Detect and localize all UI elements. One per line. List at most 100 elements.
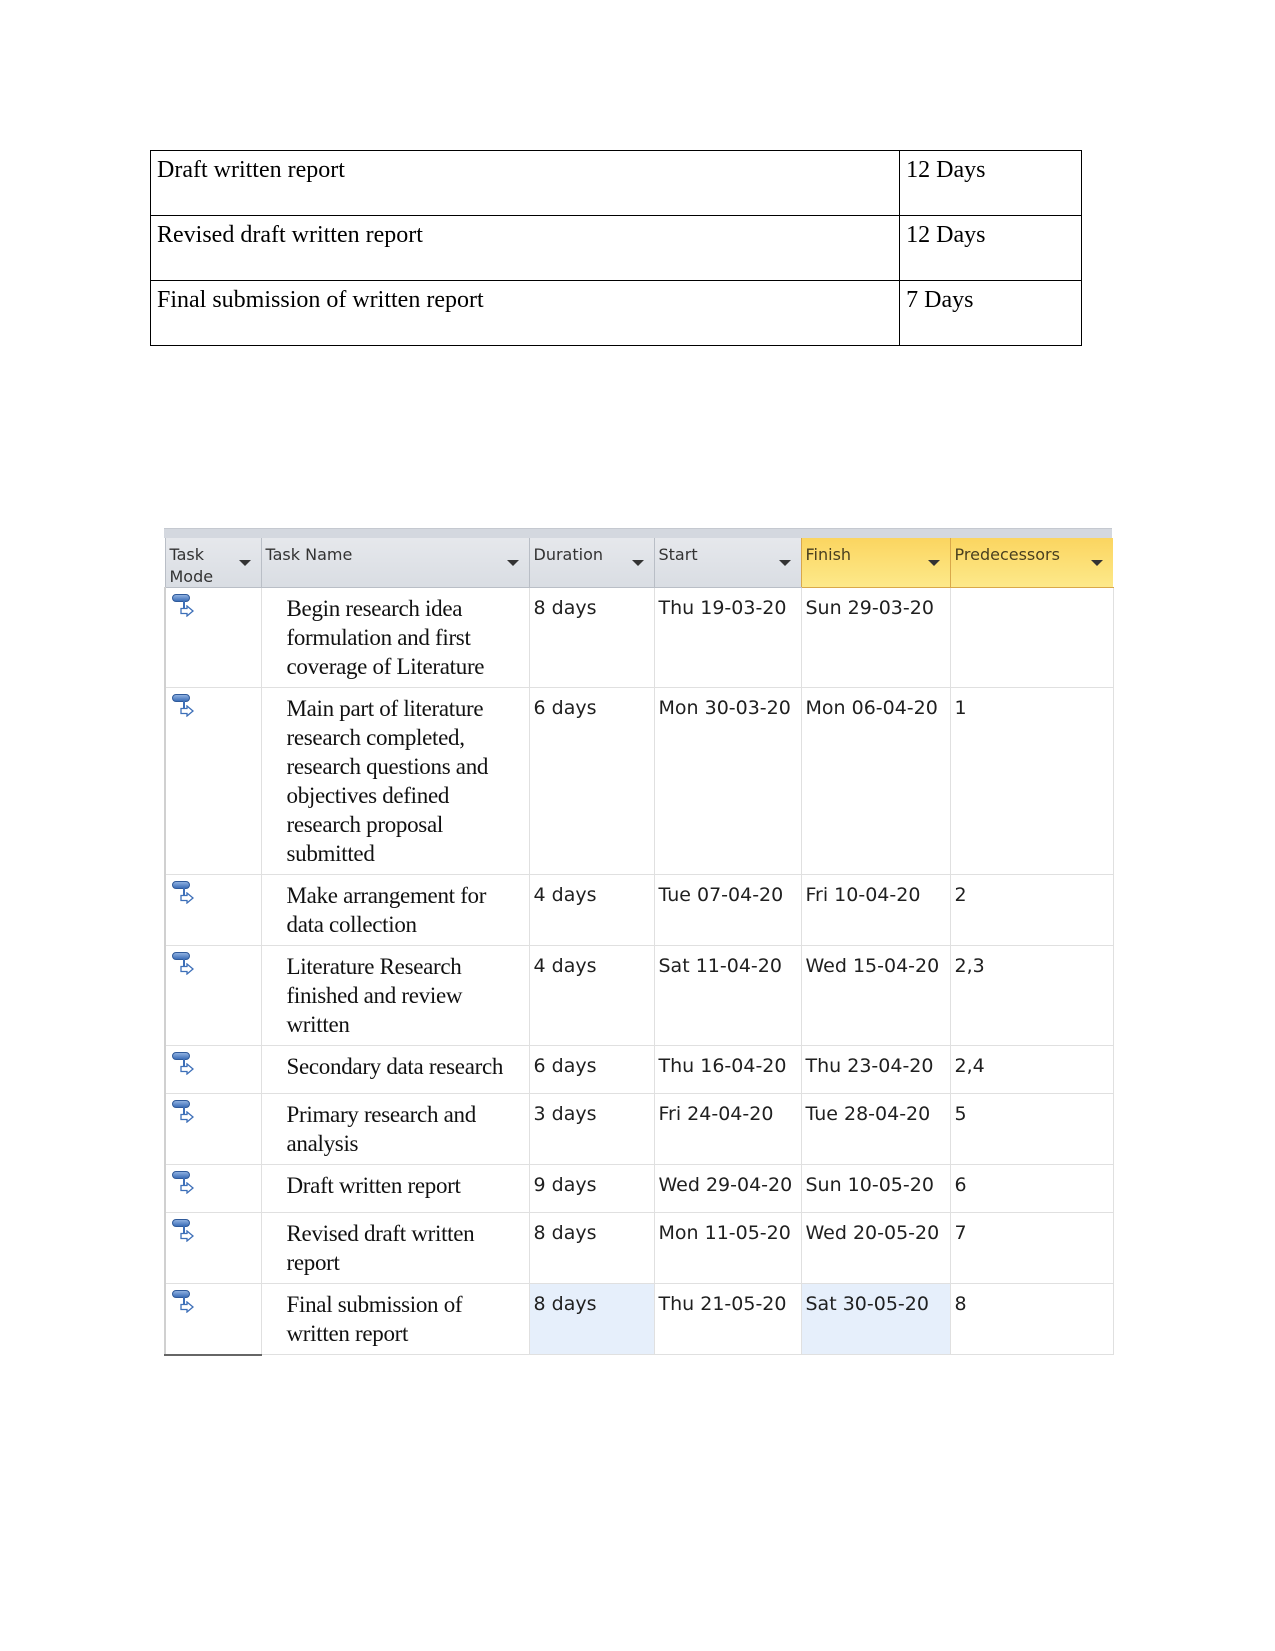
task-mode-cell[interactable] — [164, 1045, 261, 1095]
summary-duration-cell: 12 Days — [899, 150, 1082, 216]
predecessors-cell[interactable]: 5 — [949, 1093, 1114, 1166]
auto-scheduled-task-icon — [172, 952, 194, 978]
duration-cell[interactable]: 4 days — [528, 874, 654, 947]
task-mode-cell[interactable] — [164, 687, 261, 876]
summary-table: Draft written report 12 Days Revised draft… — [149, 150, 1082, 346]
task-row[interactable]: Begin research idea formulation and firs… — [164, 587, 1114, 689]
task-table-body: Begin research idea formulation and firs… — [164, 587, 1114, 1356]
finish-date-cell[interactable]: Tue 28-04-20 — [800, 1093, 950, 1166]
column-header-task-mode[interactable]: Task Mode — [164, 538, 261, 589]
column-header-label: Task Name — [265, 545, 353, 564]
dropdown-arrow-icon[interactable] — [631, 560, 644, 566]
summary-row: Revised draft written report 12 Days — [149, 215, 1082, 281]
column-header-label: Duration — [533, 545, 604, 564]
predecessors-cell[interactable]: 2 — [949, 874, 1114, 947]
auto-scheduled-task-icon — [172, 1052, 194, 1078]
finish-date-cell[interactable]: Thu 23-04-20 — [800, 1045, 950, 1095]
duration-cell[interactable]: 6 days — [528, 687, 654, 876]
task-row[interactable]: Literature Research finished and review … — [164, 945, 1114, 1047]
start-date-cell[interactable]: Tue 07-04-20 — [653, 874, 801, 947]
start-date-cell[interactable]: Thu 16-04-20 — [653, 1045, 801, 1095]
column-header-task-name[interactable]: Task Name — [260, 538, 529, 589]
task-row[interactable]: Main part of literature research complet… — [164, 687, 1114, 876]
dropdown-arrow-icon[interactable] — [238, 560, 251, 566]
dropdown-arrow-icon[interactable] — [778, 560, 791, 566]
task-mode-cell[interactable] — [164, 945, 261, 1047]
finish-date-cell[interactable]: Wed 15-04-20 — [800, 945, 950, 1047]
task-name-cell[interactable]: Main part of literature research complet… — [260, 687, 529, 876]
summary-duration-cell: 7 Days — [899, 280, 1082, 346]
duration-cell[interactable]: 6 days — [528, 1045, 654, 1095]
auto-scheduled-task-icon — [172, 881, 194, 907]
task-row[interactable]: Revised draft written report 8 days Mon 11… — [164, 1212, 1114, 1285]
duration-cell[interactable]: 8 days — [528, 1212, 654, 1285]
start-date-cell[interactable]: Sat 11-04-20 — [653, 945, 801, 1047]
predecessors-cell[interactable]: 1 — [949, 687, 1114, 876]
predecessors-cell[interactable]: 2,3 — [949, 945, 1114, 1047]
task-mode-cell[interactable] — [164, 1283, 261, 1356]
task-mode-cell[interactable] — [164, 874, 261, 947]
duration-cell[interactable]: 3 days — [528, 1093, 654, 1166]
summary-duration-cell: 12 Days — [899, 215, 1082, 281]
column-header-label: Start — [658, 545, 698, 564]
task-row[interactable]: Final submission of written report 8 days… — [164, 1283, 1114, 1356]
predecessors-cell[interactable]: 2,4 — [949, 1045, 1114, 1095]
task-name-cell[interactable]: Primary research and analysis — [260, 1093, 529, 1166]
predecessors-cell[interactable]: 8 — [949, 1283, 1114, 1356]
auto-scheduled-task-icon — [172, 1290, 194, 1316]
task-name-cell[interactable]: Literature Research finished and review … — [260, 945, 529, 1047]
task-mode-cell[interactable] — [164, 1164, 261, 1214]
task-mode-cell[interactable] — [164, 1093, 261, 1166]
task-mode-cell[interactable] — [164, 1212, 261, 1285]
column-header-label: Predecessors — [954, 545, 1060, 564]
auto-scheduled-task-icon — [172, 694, 194, 720]
start-date-cell[interactable]: Mon 30-03-20 — [653, 687, 801, 876]
duration-cell[interactable]: 4 days — [528, 945, 654, 1047]
task-name-cell[interactable]: Final submission of written report — [260, 1283, 529, 1356]
start-date-cell[interactable]: Thu 19-03-20 — [653, 587, 801, 689]
start-date-cell[interactable]: Thu 21-05-20 — [653, 1283, 801, 1356]
predecessors-cell[interactable]: 7 — [949, 1212, 1114, 1285]
duration-cell[interactable]: 8 days — [528, 587, 654, 689]
task-name-cell[interactable]: Secondary data research — [260, 1045, 529, 1095]
summary-task-cell: Revised draft written report — [149, 215, 901, 281]
task-name-cell[interactable]: Begin research idea formulation and firs… — [260, 587, 529, 689]
predecessors-cell[interactable]: 6 — [949, 1164, 1114, 1214]
column-header-predecessors[interactable]: Predecessors — [949, 538, 1113, 589]
start-date-cell[interactable]: Wed 29-04-20 — [653, 1164, 801, 1214]
header-row: Task Mode Task Name Duration Start Finis… — [164, 538, 1113, 589]
column-header-start[interactable]: Start — [653, 538, 801, 589]
task-name-cell[interactable]: Make arrangement for data collection — [260, 874, 529, 947]
finish-date-cell[interactable]: Wed 20-05-20 — [800, 1212, 950, 1285]
summary-row: Final submission of written report 7 Days — [149, 280, 1082, 346]
summary-row: Draft written report 12 Days — [149, 150, 1082, 216]
predecessors-cell[interactable] — [949, 587, 1114, 689]
auto-scheduled-task-icon — [172, 594, 194, 620]
task-row[interactable]: Draft written report 9 days Wed 29-04-20 Su… — [164, 1164, 1114, 1214]
dropdown-arrow-icon[interactable] — [506, 560, 519, 566]
grid-top-bar — [164, 528, 1112, 538]
auto-scheduled-task-icon — [172, 1219, 194, 1245]
column-header-duration[interactable]: Duration — [528, 538, 654, 589]
task-row[interactable]: Make arrangement for data collection 4 da… — [164, 874, 1114, 947]
task-row[interactable]: Primary research and analysis 3 days Fri 2… — [164, 1093, 1114, 1166]
finish-date-cell[interactable]: Sun 10-05-20 — [800, 1164, 950, 1214]
task-name-cell[interactable]: Revised draft written report — [260, 1212, 529, 1285]
task-mode-cell[interactable] — [164, 587, 261, 689]
start-date-cell[interactable]: Fri 24-04-20 — [653, 1093, 801, 1166]
task-name-cell[interactable]: Draft written report — [260, 1164, 529, 1214]
finish-date-cell[interactable]: Fri 10-04-20 — [800, 874, 950, 947]
finish-date-cell[interactable]: Sat 30-05-20 — [800, 1283, 950, 1356]
finish-date-cell[interactable]: Mon 06-04-20 — [800, 687, 950, 876]
task-table: Task Mode Task Name Duration Start Finis… — [164, 538, 1114, 1356]
dropdown-arrow-icon[interactable] — [1091, 560, 1103, 566]
task-row[interactable]: Secondary data research 6 days Thu 16-04-2… — [164, 1045, 1114, 1095]
auto-scheduled-task-icon — [172, 1100, 194, 1126]
column-header-finish[interactable]: Finish — [800, 538, 950, 589]
dropdown-arrow-icon[interactable] — [927, 560, 940, 566]
duration-cell[interactable]: 8 days — [528, 1283, 654, 1356]
start-date-cell[interactable]: Mon 11-05-20 — [653, 1212, 801, 1285]
finish-date-cell[interactable]: Sun 29-03-20 — [800, 587, 950, 689]
duration-cell[interactable]: 9 days — [528, 1164, 654, 1214]
summary-task-cell: Draft written report — [149, 150, 901, 216]
